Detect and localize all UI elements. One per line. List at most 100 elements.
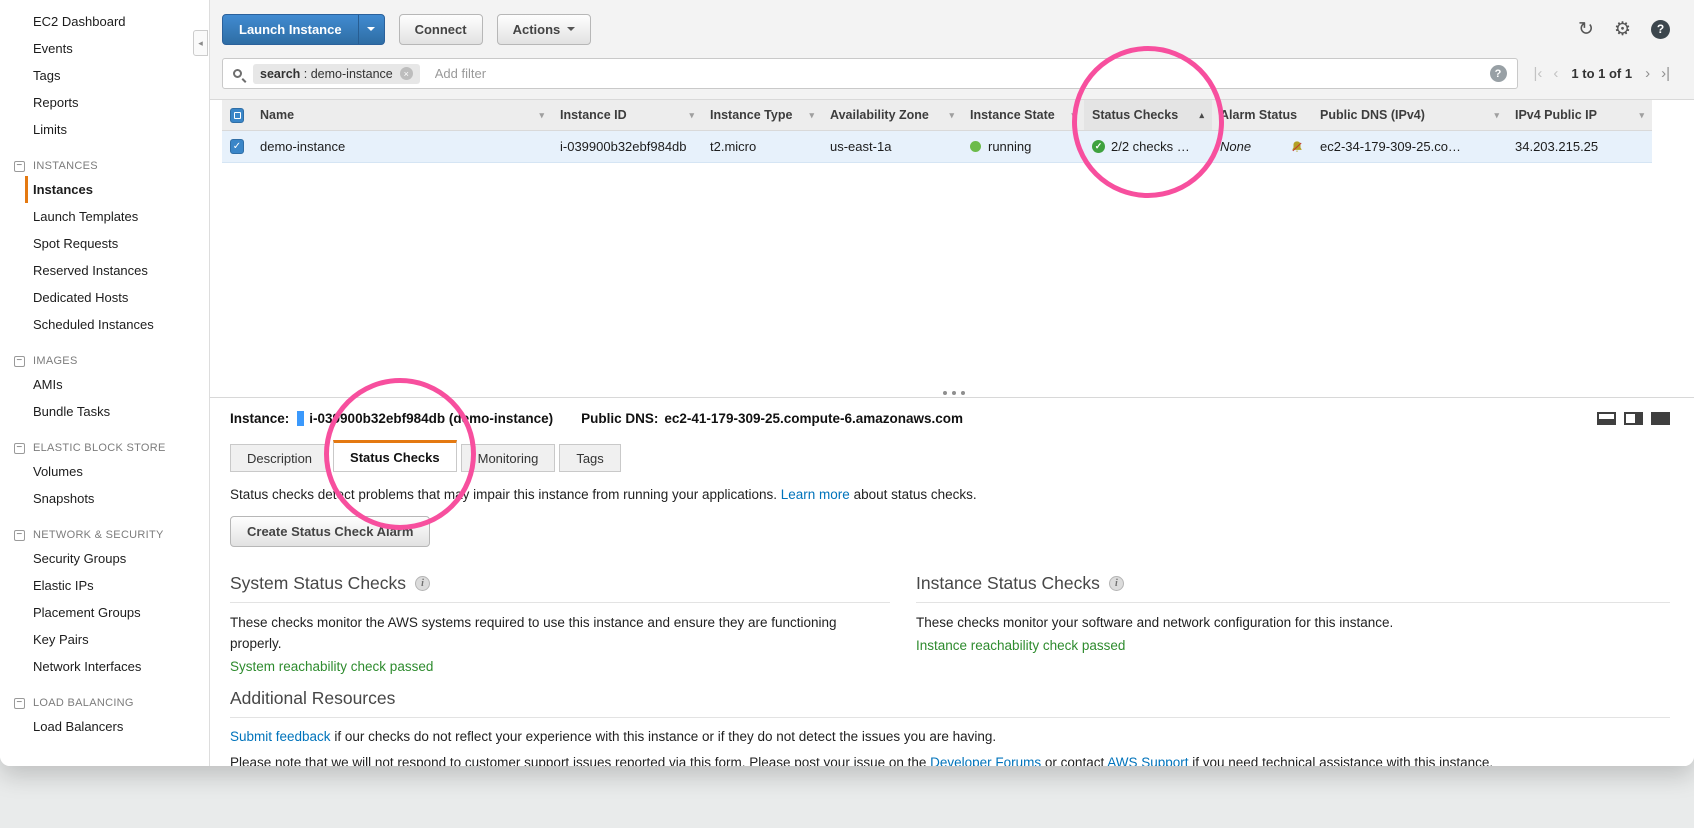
- sidebar-item-load-balancers[interactable]: Load Balancers: [0, 713, 209, 740]
- sidebar-item-snapshots[interactable]: Snapshots: [0, 485, 209, 512]
- column-header-instance-id[interactable]: Instance ID ▾: [552, 100, 702, 130]
- chevron-down-icon: [367, 27, 375, 35]
- tab-monitoring[interactable]: Monitoring: [461, 444, 556, 472]
- section-collapse-icon[interactable]: −: [14, 356, 25, 367]
- column-header-availability-zone[interactable]: Availability Zone ▾: [822, 100, 962, 130]
- intro-suffix: about status checks.: [850, 487, 977, 502]
- column-label: Name: [260, 108, 294, 122]
- sidebar-item-reports[interactable]: Reports: [0, 89, 209, 116]
- sidebar-item-security-groups[interactable]: Security Groups: [0, 545, 209, 572]
- sidebar-item-instances[interactable]: Instances: [25, 176, 209, 203]
- sidebar-section-load-balancing[interactable]: − LOAD BALANCING: [0, 693, 209, 713]
- table-row[interactable]: ✓ demo-instance i-039900b32ebf984db t2.m…: [222, 131, 1652, 163]
- sidebar-item-spot-requests[interactable]: Spot Requests: [0, 230, 209, 257]
- feedback-line: Submit feedback if our checks do not ref…: [230, 729, 1670, 744]
- section-label: IMAGES: [33, 355, 78, 367]
- create-status-check-alarm-button[interactable]: Create Status Check Alarm: [230, 516, 430, 547]
- sidebar-section-instances[interactable]: − INSTANCES: [0, 156, 209, 176]
- sidebar-item-bundle-tasks[interactable]: Bundle Tasks: [0, 398, 209, 425]
- learn-more-link[interactable]: Learn more: [781, 487, 850, 502]
- pagination-next-icon[interactable]: ›: [1645, 66, 1650, 81]
- layout-controls: [1597, 412, 1670, 425]
- chevron-down-icon: [567, 27, 575, 35]
- section-collapse-icon[interactable]: −: [14, 530, 25, 541]
- sidebar-item-amis[interactable]: AMIs: [0, 371, 209, 398]
- table-empty-area: [210, 163, 1694, 397]
- pagination-first-icon[interactable]: |‹: [1534, 66, 1543, 81]
- tab-status-checks[interactable]: Status Checks: [333, 440, 457, 472]
- section-collapse-icon[interactable]: −: [14, 443, 25, 454]
- row-checkbox[interactable]: ✓: [230, 139, 244, 154]
- sidebar-item-limits[interactable]: Limits: [0, 116, 209, 143]
- submit-feedback-link[interactable]: Submit feedback: [230, 729, 331, 744]
- sort-caret-icon: ▾: [1639, 110, 1644, 121]
- instance-label: Instance:: [230, 411, 289, 426]
- layout-split-vertical-icon[interactable]: [1624, 412, 1643, 425]
- filter-help-icon[interactable]: ?: [1490, 65, 1507, 82]
- sidebar-section-elastic-block-store[interactable]: − ELASTIC BLOCK STORE: [0, 438, 209, 458]
- info-icon[interactable]: i: [1109, 576, 1124, 591]
- sidebar-section-images[interactable]: − IMAGES: [0, 351, 209, 371]
- instances-table: Name ▾ Instance ID ▾ Instance Type ▾ Ava…: [222, 100, 1694, 163]
- sidebar-item-placement-groups[interactable]: Placement Groups: [0, 599, 209, 626]
- column-header-instance-state[interactable]: Instance State ▾: [962, 100, 1084, 130]
- column-header-alarm-status[interactable]: Alarm Status: [1212, 100, 1312, 130]
- sidebar-item-ec2-dashboard[interactable]: EC2 Dashboard: [0, 8, 209, 35]
- column-header-ipv4-public-ip[interactable]: IPv4 Public IP ▾: [1507, 100, 1652, 130]
- section-collapse-icon[interactable]: −: [14, 698, 25, 709]
- sort-caret-icon: ▾: [689, 110, 694, 121]
- toolbar-icons: ↻ ⚙ ?: [1578, 20, 1670, 39]
- sidebar-section-network-security[interactable]: − NETWORK & SECURITY: [0, 525, 209, 545]
- sidebar-item-network-interfaces[interactable]: Network Interfaces: [0, 653, 209, 680]
- cell-instance-type: t2.micro: [702, 139, 822, 154]
- column-label: Instance State: [970, 108, 1055, 122]
- help-icon[interactable]: ?: [1651, 20, 1670, 39]
- sidebar-item-dedicated-hosts[interactable]: Dedicated Hosts: [0, 284, 209, 311]
- support-note-line: Please note that we will not respond to …: [230, 755, 1670, 766]
- sidebar-item-launch-templates[interactable]: Launch Templates: [0, 203, 209, 230]
- sidebar-item-elastic-ips[interactable]: Elastic IPs: [0, 572, 209, 599]
- filter-row: search : demo-instance × ? |‹ ‹ 1 to 1 o…: [222, 58, 1670, 89]
- sort-caret-icon: ▾: [949, 110, 954, 121]
- developer-forums-link[interactable]: Developer Forums: [930, 755, 1041, 766]
- settings-gear-icon[interactable]: ⚙: [1614, 20, 1631, 39]
- sidebar-item-tags[interactable]: Tags: [0, 62, 209, 89]
- add-filter-input[interactable]: [433, 65, 633, 82]
- launch-instance-dropdown[interactable]: [358, 15, 384, 44]
- filter-chip[interactable]: search : demo-instance ×: [253, 64, 420, 84]
- sidebar-item-reserved-instances[interactable]: Reserved Instances: [0, 257, 209, 284]
- sidebar-item-scheduled-instances[interactable]: Scheduled Instances: [0, 311, 209, 338]
- column-header-status-checks[interactable]: Status Checks ▴: [1084, 100, 1212, 130]
- connect-button[interactable]: Connect: [399, 14, 483, 45]
- splitter-handle-dots[interactable]: [952, 391, 956, 395]
- section-label: LOAD BALANCING: [33, 697, 134, 709]
- info-icon[interactable]: i: [415, 576, 430, 591]
- tab-description[interactable]: Description: [230, 444, 329, 472]
- section-label: ELASTIC BLOCK STORE: [33, 442, 166, 454]
- column-header-name[interactable]: Name ▾: [252, 100, 552, 130]
- pagination-prev-icon[interactable]: ‹: [1553, 66, 1558, 81]
- tab-tags[interactable]: Tags: [559, 444, 620, 472]
- sidebar-collapse-button[interactable]: ◂: [193, 30, 208, 56]
- select-all-checkbox[interactable]: [230, 108, 244, 123]
- sidebar-item-key-pairs[interactable]: Key Pairs: [0, 626, 209, 653]
- column-header-public-dns[interactable]: Public DNS (IPv4) ▾: [1312, 100, 1507, 130]
- alarm-bell-icon[interactable]: [1290, 140, 1304, 154]
- select-all-checkbox-cell: [222, 100, 252, 130]
- section-collapse-icon[interactable]: −: [14, 161, 25, 172]
- layout-maximize-icon[interactable]: [1651, 412, 1670, 425]
- refresh-icon[interactable]: ↻: [1578, 20, 1594, 39]
- column-header-instance-type[interactable]: Instance Type ▾: [702, 100, 822, 130]
- chip-remove-icon[interactable]: ×: [400, 67, 413, 80]
- main-content: ◂ Launch Instance Connect Actions: [210, 0, 1694, 766]
- pagination-last-icon[interactable]: ›|: [1661, 66, 1670, 81]
- actions-button[interactable]: Actions: [497, 14, 592, 45]
- intro-text: Status checks detect problems that may i…: [230, 487, 781, 502]
- aws-support-link[interactable]: AWS Support: [1107, 755, 1188, 766]
- sidebar-item-volumes[interactable]: Volumes: [0, 458, 209, 485]
- launch-instance-button[interactable]: Launch Instance: [222, 14, 385, 45]
- layout-split-horizontal-icon[interactable]: [1597, 412, 1616, 425]
- sidebar-item-events[interactable]: Events: [0, 35, 209, 62]
- column-label: Status Checks: [1092, 108, 1178, 122]
- search-filter-bar[interactable]: search : demo-instance × ?: [222, 58, 1518, 89]
